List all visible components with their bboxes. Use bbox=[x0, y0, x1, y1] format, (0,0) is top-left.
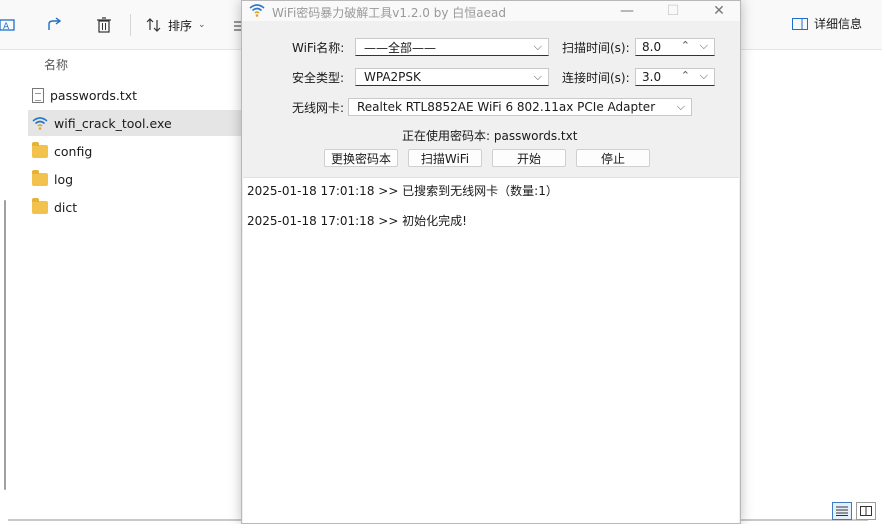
view-switcher bbox=[832, 502, 876, 520]
wifi-app-icon bbox=[249, 4, 265, 17]
file-row-log[interactable]: log bbox=[28, 166, 242, 192]
close-button[interactable]: ✕ bbox=[696, 1, 742, 21]
tiles-view-button[interactable] bbox=[856, 502, 876, 520]
details-pane-button[interactable]: 详细信息 bbox=[791, 15, 862, 32]
log-line: 2025-01-18 17:01:18 >> 已搜索到无线网卡（数量:1） bbox=[247, 184, 558, 198]
rename-icon: A bbox=[0, 19, 15, 32]
connect-time-label: 连接时间(s): bbox=[562, 71, 630, 85]
file-name: passwords.txt bbox=[50, 87, 138, 103]
minimize-button[interactable]: — bbox=[604, 1, 650, 21]
file-row-passwords[interactable]: passwords.txt bbox=[28, 82, 242, 108]
column-header-name[interactable]: 名称 bbox=[44, 56, 68, 73]
svg-text:A: A bbox=[3, 22, 10, 32]
title-bar[interactable]: WiFi密码暴力破解工具v1.2.0 by 白恒aead — ☐ ✕ bbox=[242, 1, 740, 21]
adapter-value: Realtek RTL8852AE WiFi 6 802.11ax PCIe A… bbox=[357, 100, 656, 114]
delete-button[interactable] bbox=[96, 12, 112, 38]
wifi-name-value: ——全部—— bbox=[364, 40, 437, 55]
close-icon: ✕ bbox=[713, 3, 725, 19]
folder-icon bbox=[32, 141, 48, 158]
share-icon bbox=[48, 17, 62, 30]
file-name: log bbox=[54, 171, 74, 187]
wifi-crack-tool-window: WiFi密码暴力破解工具v1.2.0 by 白恒aead — ☐ ✕ WiFi名… bbox=[241, 0, 741, 524]
file-name: wifi_crack_tool.exe bbox=[54, 115, 172, 131]
window-title: WiFi密码暴力破解工具v1.2.0 by 白恒aead bbox=[272, 6, 506, 20]
spin-up-icon[interactable]: ⌃ bbox=[681, 69, 690, 82]
details-label: 详细信息 bbox=[813, 17, 862, 31]
nav-pane-scrollbar[interactable] bbox=[4, 200, 6, 490]
minimize-icon: — bbox=[620, 3, 634, 19]
file-name: config bbox=[54, 143, 93, 159]
chevron-down-icon: ⌵ bbox=[676, 100, 685, 113]
text-file-icon bbox=[32, 87, 44, 103]
start-button[interactable]: 开始 bbox=[492, 149, 566, 167]
sort-label: 排序 bbox=[168, 18, 193, 33]
chevron-down-icon: ⌵ bbox=[533, 70, 542, 83]
scan-time-spinbox[interactable]: 8.0 ⌃ ⌵ bbox=[635, 38, 715, 56]
toolbar-divider bbox=[130, 14, 131, 36]
rename-button[interactable]: A bbox=[0, 12, 16, 38]
adapter-select[interactable]: Realtek RTL8852AE WiFi 6 802.11ax PCIe A… bbox=[348, 98, 692, 116]
security-type-value: WPA2PSK bbox=[364, 70, 421, 84]
scan-time-value: 8.0 bbox=[642, 40, 662, 54]
maximize-button[interactable]: ☐ bbox=[650, 1, 696, 21]
wifi-app-icon bbox=[32, 117, 48, 130]
spin-up-icon[interactable]: ⌃ bbox=[681, 39, 690, 52]
wifi-name-label: WiFi名称: bbox=[292, 41, 345, 55]
sort-icon bbox=[146, 18, 161, 32]
share-button[interactable] bbox=[46, 12, 64, 38]
file-row-wifi-crack-tool[interactable]: wifi_crack_tool.exe bbox=[28, 110, 242, 136]
chevron-down-icon: ⌵ bbox=[533, 40, 542, 53]
folder-icon bbox=[32, 197, 48, 214]
maximize-icon: ☐ bbox=[666, 3, 680, 19]
file-row-dict[interactable]: dict bbox=[28, 194, 242, 220]
connect-time-value: 3.0 bbox=[642, 70, 662, 84]
security-type-select[interactable]: WPA2PSK ⌵ bbox=[355, 68, 549, 86]
folder-icon bbox=[32, 169, 48, 186]
trash-icon bbox=[97, 17, 111, 33]
scan-wifi-button[interactable]: 扫描WiFi bbox=[408, 149, 482, 167]
chevron-down-icon: ⌄ bbox=[198, 20, 206, 30]
tiles-view-icon bbox=[860, 506, 872, 516]
adapter-label: 无线网卡: bbox=[292, 101, 345, 115]
change-dictionary-button[interactable]: 更换密码本 bbox=[324, 149, 398, 167]
spin-down-icon[interactable]: ⌵ bbox=[700, 69, 708, 83]
scan-time-label: 扫描时间(s): bbox=[562, 41, 630, 55]
details-view-icon bbox=[836, 506, 848, 516]
wifi-name-select[interactable]: ——全部—— ⌵ bbox=[355, 38, 549, 56]
spin-down-icon[interactable]: ⌵ bbox=[700, 39, 708, 53]
file-name: dict bbox=[54, 199, 78, 215]
security-type-label: 安全类型: bbox=[292, 71, 345, 85]
file-row-config[interactable]: config bbox=[28, 138, 242, 164]
stop-button[interactable]: 停止 bbox=[576, 149, 650, 167]
details-view-button[interactable] bbox=[832, 502, 852, 520]
details-pane-icon bbox=[791, 17, 808, 30]
sort-button[interactable]: 排序 ⌄ bbox=[146, 12, 206, 38]
log-line: 2025-01-18 17:01:18 >> 初始化完成! bbox=[247, 214, 467, 228]
log-output[interactable]: 2025-01-18 17:01:18 >> 已搜索到无线网卡（数量:1） 20… bbox=[243, 177, 739, 523]
connect-time-spinbox[interactable]: 3.0 ⌃ ⌵ bbox=[635, 68, 715, 86]
dictionary-status: 正在使用密码本: passwords.txt bbox=[402, 129, 578, 143]
